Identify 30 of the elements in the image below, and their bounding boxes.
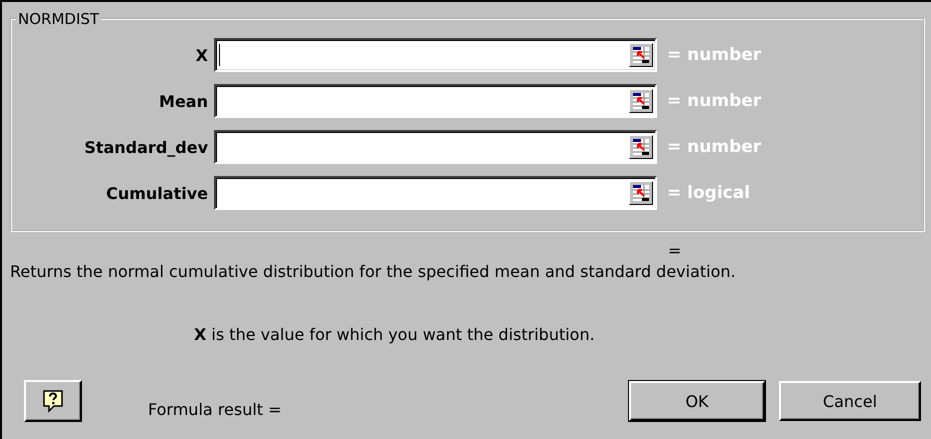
argument-label: Cumulative [105,184,209,202]
range-select-button[interactable] [629,43,653,67]
range-select-button[interactable] [629,89,653,113]
group-title: NORMDIST [17,10,100,28]
question-bubble-icon [42,389,64,413]
range-select-button[interactable] [629,135,653,159]
input-field[interactable] [214,38,657,72]
argument-type: = number [667,91,762,111]
input-field[interactable] [214,130,657,164]
function-description: Returns the normal cumulative distribution for the specified mean and standard deviation. [10,262,737,281]
help-button[interactable] [24,380,82,422]
input-field[interactable] [214,84,657,118]
range-select-button[interactable] [629,181,653,205]
input-field[interactable] [214,176,657,210]
grid-arrow-icon [632,46,650,64]
argument-help: X is the value for which you want the distribution. [194,325,596,344]
argument-label: X [194,46,209,64]
formula-result-label: Formula result = [148,400,282,418]
grid-arrow-icon [632,184,650,202]
grid-arrow-icon [632,138,650,156]
ok-button[interactable]: OK [629,381,765,421]
argument-type: = number [667,137,762,157]
grid-arrow-icon [632,92,650,110]
cancel-button[interactable]: Cancel [779,381,921,421]
argument-type: = number [667,45,762,65]
argument-label: Standard_dev [83,138,209,156]
argument-label: Mean [158,92,209,110]
argument-type: = logical [667,183,750,203]
function-result: = [668,242,682,260]
text-cursor [219,44,220,66]
